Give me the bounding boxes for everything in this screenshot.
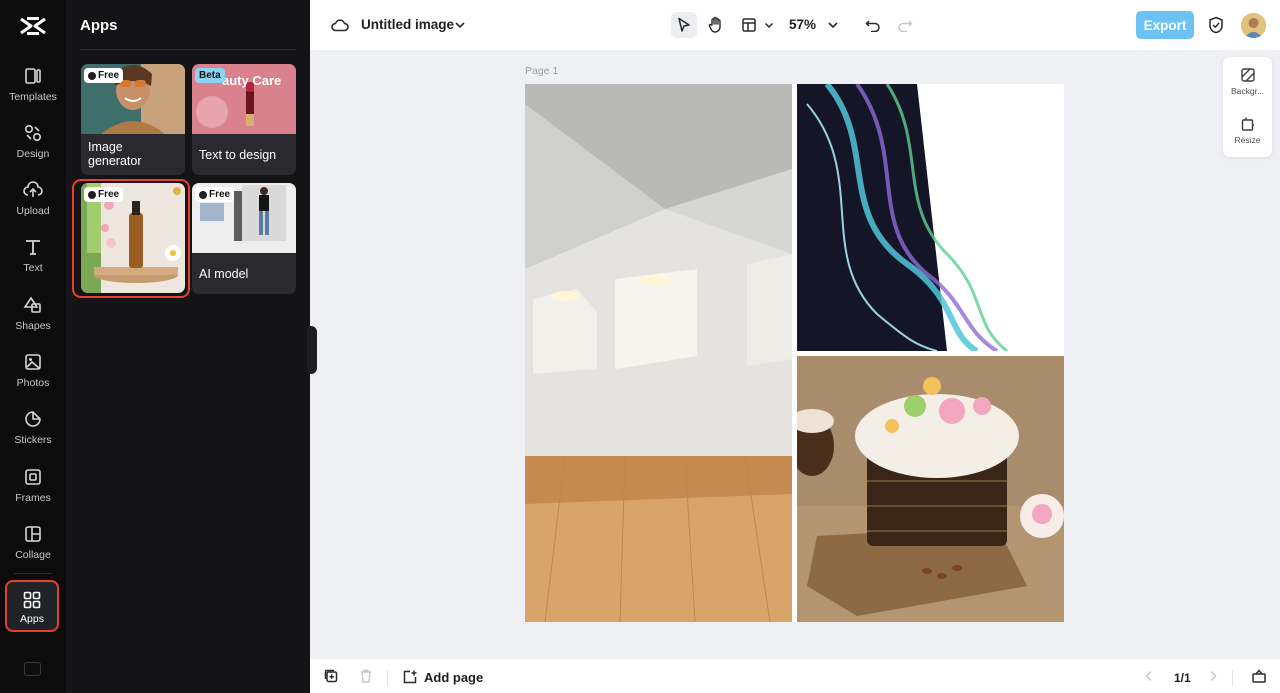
shapes-icon [23,296,41,313]
app-card-image-generator[interactable]: Free Image generator [81,64,185,175]
rail-item-label: Frames [15,492,51,504]
rail-item-label: Stickers [14,434,52,446]
background-icon [1240,68,1255,82]
resize-icon [1241,117,1254,131]
zoom-level[interactable]: 57% [789,17,816,32]
panel-title: Apps [80,17,118,34]
upload-icon [23,181,43,197]
properties-panel: Backgr... Resize [1223,57,1272,157]
toolbar-divider [387,670,388,686]
rail-item-label: Design [16,148,50,160]
add-page-icon [403,670,417,684]
rail-item-frames[interactable]: Frames [0,467,66,521]
cloud-save-icon[interactable] [327,12,353,38]
delete-page-icon [353,663,379,689]
rail-item-label: Photos [16,377,50,389]
rail-divider [14,573,52,574]
top-toolbar: Untitled image 57% Export [310,0,1280,50]
duplicate-page-icon[interactable] [318,663,344,689]
background-label: Backgr... [1230,86,1265,96]
rail-item-text[interactable]: Text [0,237,66,291]
rail-item-label: Upload [16,205,50,217]
redo-icon [892,12,918,38]
free-badge: Free [84,68,124,83]
document-title[interactable]: Untitled image [361,17,454,32]
rail-item-upload[interactable]: Upload [0,180,66,234]
shield-icon[interactable] [1203,12,1229,38]
hand-tool-icon[interactable] [703,12,729,38]
rail-item-label: Apps [20,613,44,625]
resize-label: Resize [1234,135,1261,145]
photos-icon [25,354,41,370]
collage-photo-room[interactable] [525,84,792,622]
beta-badge: Beta [195,68,225,83]
avatar[interactable] [1241,13,1266,38]
canvas-page[interactable] [525,84,1064,622]
clock-icon [88,71,96,80]
capcut-logo-icon[interactable] [17,14,49,38]
page-manager-icon[interactable] [1246,663,1272,689]
collage-photo-easter-cake[interactable] [797,356,1064,622]
rail-item-label: Templates [9,91,57,103]
templates-icon [25,68,41,84]
badge-label: Beta [199,70,221,81]
collage-photo-abstract-waves[interactable] [797,84,1064,351]
export-button[interactable]: Export [1136,11,1194,39]
rail-item-label: Shapes [15,320,51,332]
stickers-icon [25,411,41,427]
rail-item-shapes[interactable]: Shapes [0,295,66,349]
rail-item-collage[interactable]: Collage [0,524,66,578]
collapse-panel-handle[interactable] [307,326,317,374]
bottom-toolbar: Add page 1/1 [310,659,1280,693]
card-title: Text to design [199,148,277,162]
thumbnail-text: auty Care [222,73,281,88]
selected-card-highlight [72,179,190,298]
zoom-chevron-down-icon[interactable] [820,12,846,38]
panel-divider [80,49,296,50]
rail-item-stickers[interactable]: Stickers [0,409,66,463]
rail-item-design[interactable]: Design [0,123,66,177]
rail-item-label: Collage [15,549,51,561]
rail-item-label: Text [23,262,43,274]
collage-icon [25,526,41,542]
frames-icon [25,469,41,485]
background-tool[interactable]: Backgr... [1223,67,1272,96]
toolbar-divider [1232,670,1233,686]
page-label: Page 1 [525,65,559,77]
app-card-ai-model[interactable]: Free AI model [192,183,296,294]
page-counter: 1/1 [1174,671,1191,685]
card-title: Image generator [88,140,142,168]
free-badge: Free [195,187,235,202]
apps-icon [23,591,41,609]
design-icon [24,124,42,142]
clock-icon [199,190,207,199]
badge-label: Free [98,70,120,81]
app-card-text-to-design[interactable]: auty Care Beta Text to design [192,64,296,175]
resize-tool[interactable]: Resize [1223,116,1272,145]
add-page-button[interactable]: Add page [402,669,483,685]
layout-chevron-down-icon[interactable] [756,12,782,38]
add-page-label: Add page [424,669,484,685]
rail-item-templates[interactable]: Templates [0,66,66,120]
badge-label: Free [209,189,231,200]
card-title: AI model [199,267,249,281]
rail-item-photos[interactable]: Photos [0,352,66,406]
left-rail: Templates Design Upload Text Shapes Phot… [0,0,66,693]
keyboard-icon[interactable] [24,662,41,676]
select-tool-icon[interactable] [671,12,697,38]
next-page-icon [1200,663,1226,689]
previous-page-icon [1136,663,1162,689]
undo-icon[interactable] [860,12,886,38]
rail-item-apps[interactable]: Apps [5,580,59,632]
title-chevron-down-icon[interactable] [447,12,473,38]
text-icon [26,240,40,255]
